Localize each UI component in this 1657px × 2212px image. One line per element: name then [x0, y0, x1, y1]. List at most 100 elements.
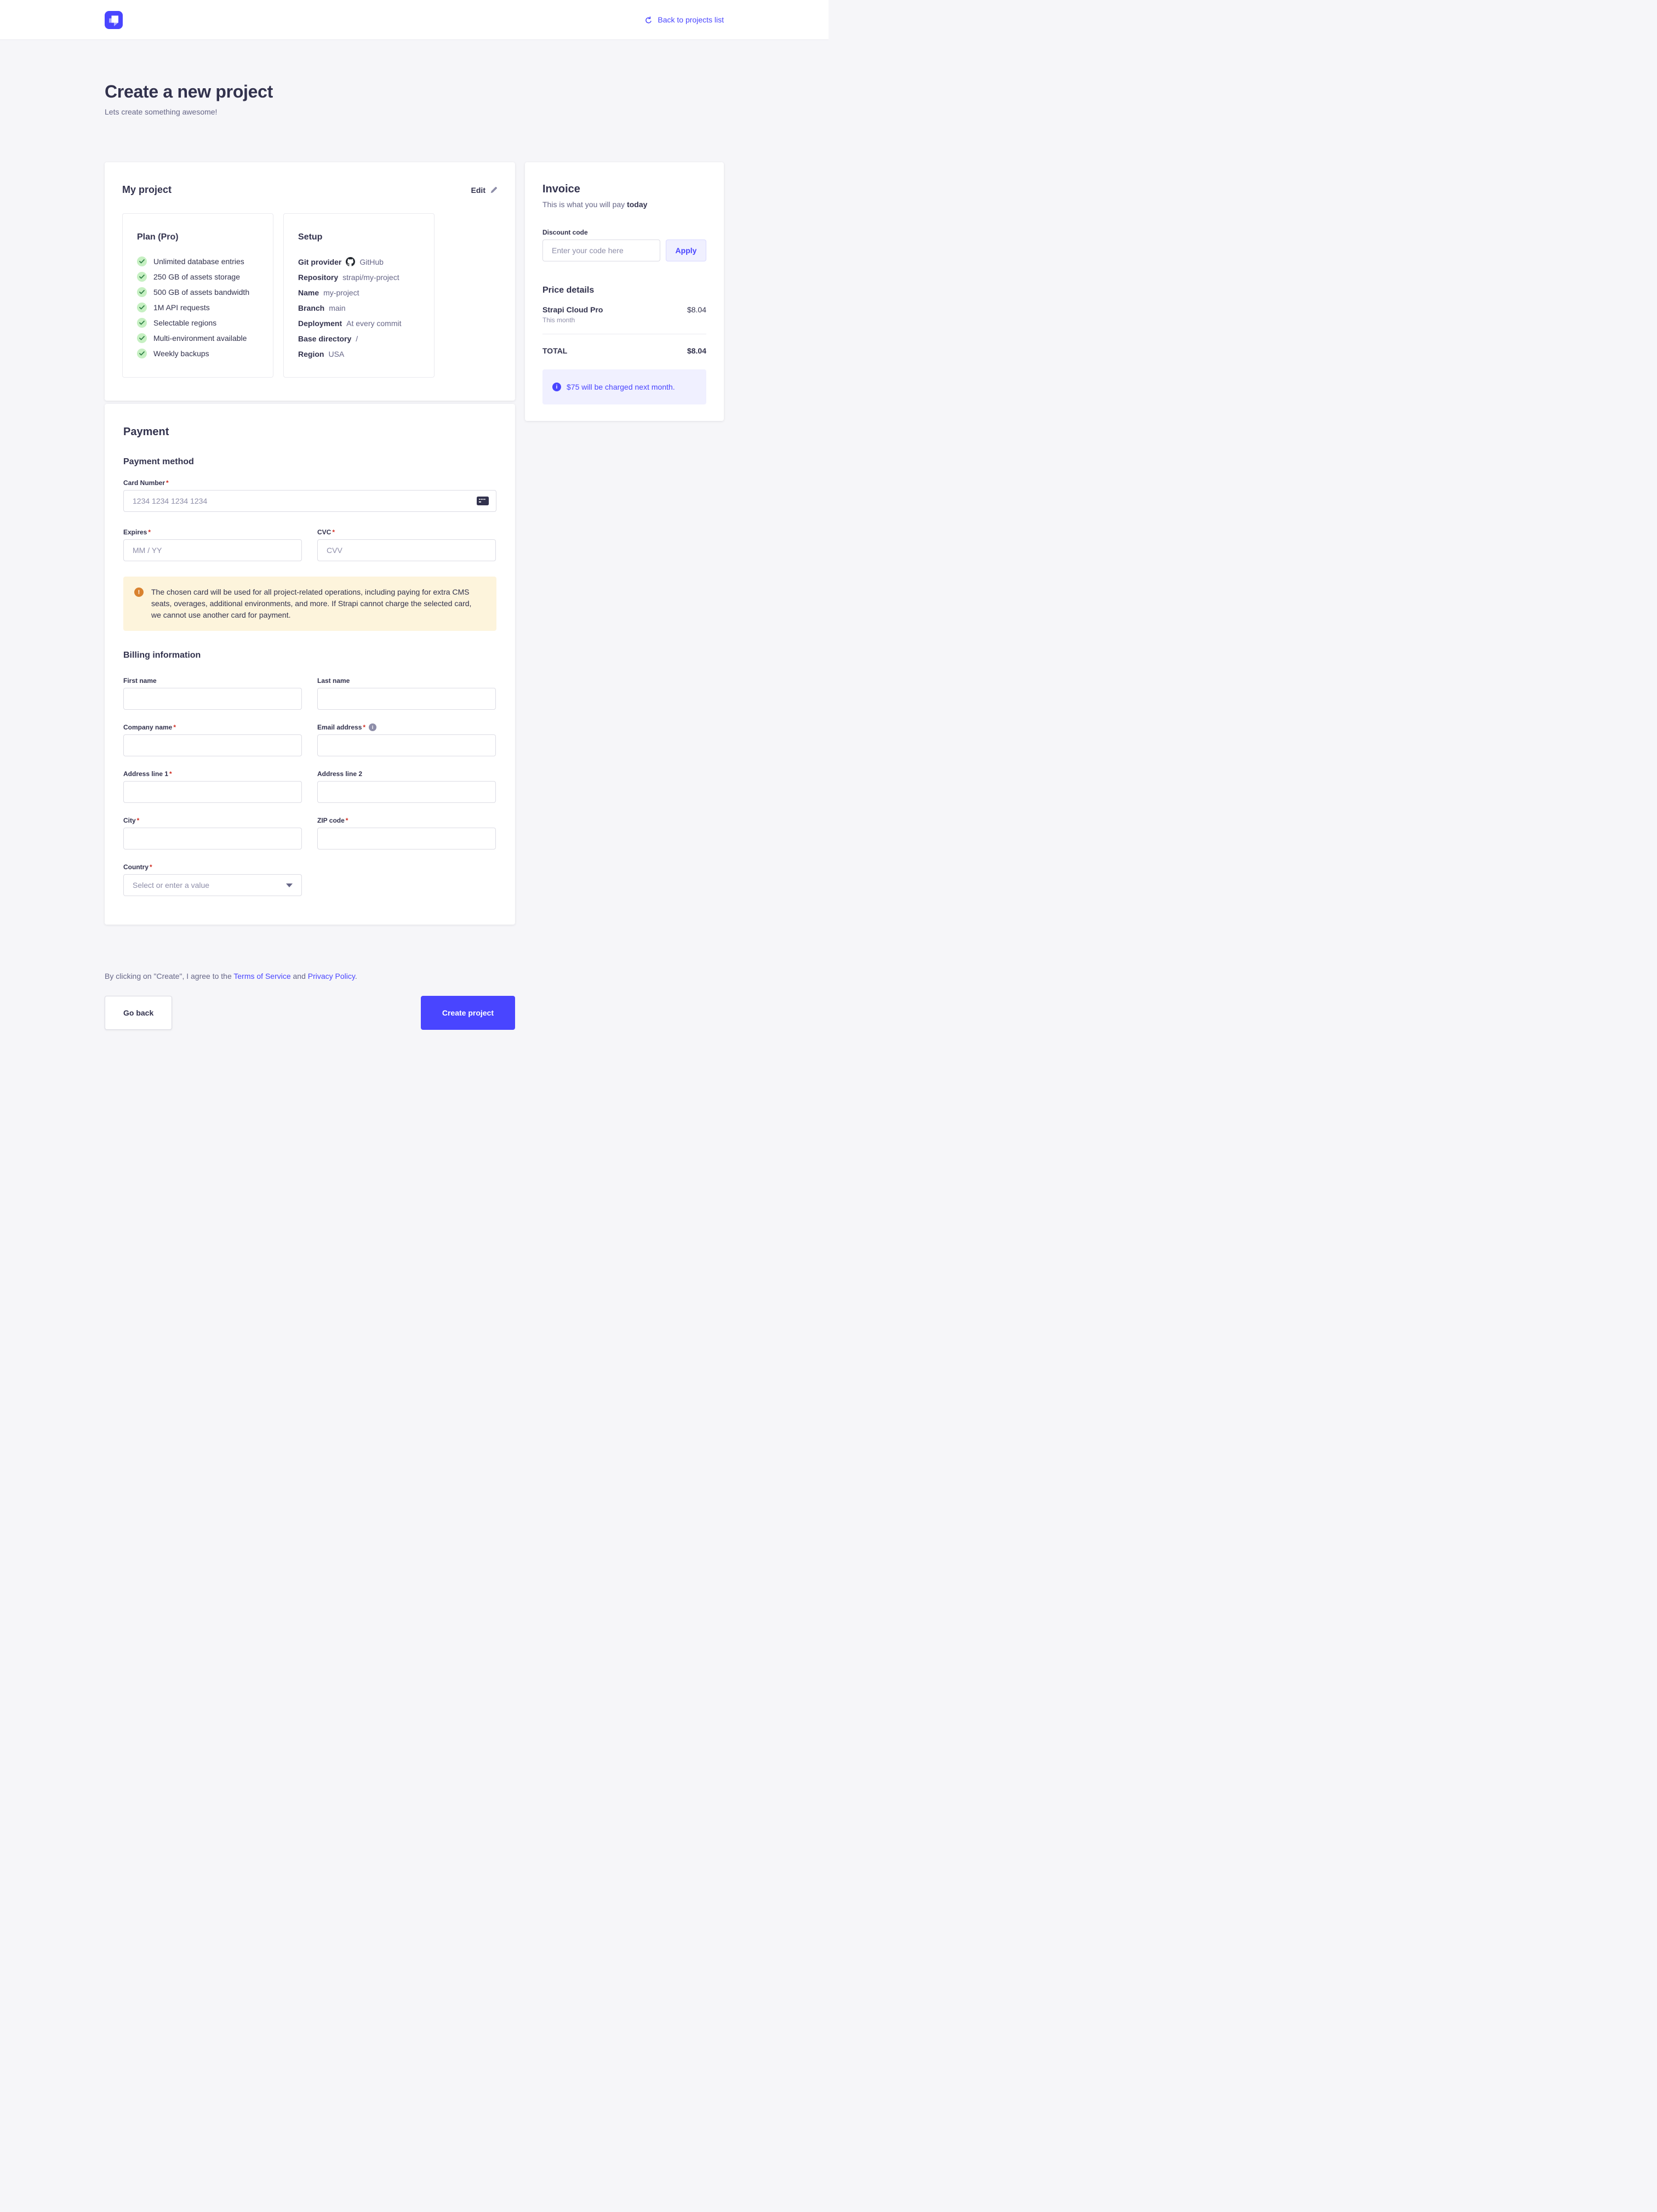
setup-row-region: Region USA: [298, 349, 420, 359]
plan-feature: Selectable regions: [137, 318, 259, 328]
zip-code-input[interactable]: [317, 828, 496, 850]
email-info-icon[interactable]: i: [369, 723, 376, 731]
warning-icon: !: [134, 588, 144, 597]
next-month-note-text: $75 will be charged next month.: [567, 383, 675, 391]
setup-label: Git provider: [298, 258, 341, 266]
setup-label: Region: [298, 350, 324, 358]
required-marker: *: [332, 528, 335, 536]
setup-label: Base directory: [298, 334, 351, 343]
setup-row-git-provider: Git provider GitHub: [298, 256, 420, 267]
plan-feature-label: 250 GB of assets storage: [153, 272, 240, 281]
last-name-label: Last name: [317, 677, 496, 685]
required-marker: *: [169, 770, 172, 778]
footer-actions: Go back Create project: [105, 996, 515, 1030]
setup-row-base-directory: Base directory /: [298, 333, 420, 344]
price-details-title: Price details: [542, 286, 706, 295]
edit-project-button[interactable]: Edit: [471, 186, 498, 195]
total-label: TOTAL: [542, 346, 567, 355]
page-title: Create a new project: [105, 82, 724, 102]
plan-feature: Unlimited database entries: [137, 256, 259, 266]
discount-section: Discount code Apply: [542, 229, 706, 261]
discount-code-label: Discount code: [542, 229, 706, 236]
plan-feature-label: 1M API requests: [153, 303, 210, 312]
address-line-2-label: Address line 2: [317, 770, 496, 778]
page-subtitle: Lets create something awesome!: [105, 107, 724, 116]
setup-value: strapi/my-project: [342, 273, 399, 282]
price-details-section: Price details Strapi Cloud Pro $8.04 Thi…: [542, 286, 706, 404]
address-line-1-input[interactable]: [123, 781, 302, 803]
app-header: Back to projects list: [0, 0, 828, 40]
setup-value: my-project: [323, 288, 359, 297]
privacy-policy-link[interactable]: Privacy Policy: [308, 972, 355, 980]
plan-feature: 1M API requests: [137, 303, 259, 312]
setup-label: Repository: [298, 273, 338, 282]
setup-value: /: [356, 334, 358, 343]
required-marker: *: [173, 723, 176, 731]
required-marker: *: [363, 723, 365, 731]
setup-label: Deployment: [298, 319, 342, 328]
address-line-1-group: Address line 1*: [123, 770, 302, 803]
check-circle-icon: [137, 287, 147, 297]
create-project-button[interactable]: Create project: [421, 996, 515, 1030]
setup-row-name: Name my-project: [298, 287, 420, 298]
country-select-placeholder: Select or enter a value: [133, 881, 209, 890]
city-group: City*: [123, 817, 302, 850]
expires-input[interactable]: [123, 539, 302, 561]
line-item-name: Strapi Cloud Pro: [542, 305, 603, 314]
go-back-button[interactable]: Go back: [105, 996, 172, 1030]
check-circle-icon: [137, 349, 147, 358]
company-name-group: Company name*: [123, 723, 302, 756]
setup-value: USA: [328, 350, 344, 358]
city-input[interactable]: [123, 828, 302, 850]
cvc-label: CVC*: [317, 528, 496, 536]
plan-feature: 250 GB of assets storage: [137, 272, 259, 282]
card-number-label: Card Number*: [123, 479, 496, 487]
check-circle-icon: [137, 318, 147, 328]
check-circle-icon: [137, 272, 147, 282]
info-icon: i: [552, 383, 561, 391]
email-address-label: Email address*: [317, 723, 365, 731]
expires-group: Expires*: [123, 528, 302, 561]
invoice-subtitle: This is what you will pay today: [542, 200, 706, 209]
edit-label: Edit: [471, 186, 485, 195]
last-name-group: Last name: [317, 677, 496, 710]
strapi-logo-icon[interactable]: [105, 11, 123, 29]
first-name-input[interactable]: [123, 688, 302, 710]
caret-down-icon: [286, 883, 293, 887]
company-name-label: Company name*: [123, 723, 302, 731]
pencil-icon: [490, 186, 498, 194]
zip-code-label: ZIP code*: [317, 817, 496, 824]
cvc-input[interactable]: [317, 539, 496, 561]
card-usage-notice: ! The chosen card will be used for all p…: [123, 577, 496, 631]
address-line-2-group: Address line 2: [317, 770, 496, 803]
title-block: Create a new project Lets create somethi…: [105, 82, 724, 116]
last-name-input[interactable]: [317, 688, 496, 710]
email-address-input[interactable]: [317, 734, 496, 756]
apply-discount-button[interactable]: Apply: [666, 240, 706, 261]
country-group: Country* Select or enter a value: [123, 863, 302, 896]
country-label: Country*: [123, 863, 302, 871]
setup-label: Name: [298, 288, 319, 297]
required-marker: *: [346, 817, 348, 824]
my-project-title: My project: [122, 184, 172, 196]
first-name-label: First name: [123, 677, 302, 685]
address-line-1-label: Address line 1*: [123, 770, 302, 778]
setup-value: GitHub: [359, 258, 384, 266]
plan-feature: 500 GB of assets bandwidth: [137, 287, 259, 297]
address-line-2-input[interactable]: [317, 781, 496, 803]
setup-subcard: Setup Git provider GitHub Repository s: [283, 213, 435, 378]
back-to-projects-link[interactable]: Back to projects list: [644, 15, 724, 24]
setup-row-repository: Repository strapi/my-project: [298, 272, 420, 282]
discount-code-input[interactable]: [542, 240, 660, 261]
company-name-input[interactable]: [123, 734, 302, 756]
required-marker: *: [166, 479, 169, 487]
required-marker: *: [150, 863, 152, 871]
country-select[interactable]: Select or enter a value: [123, 874, 302, 896]
required-marker: *: [137, 817, 140, 824]
terms-of-service-link[interactable]: Terms of Service: [233, 972, 290, 980]
payment-method-title: Payment method: [123, 457, 496, 467]
check-circle-icon: [137, 333, 147, 343]
plan-feature-label: Weekly backups: [153, 349, 209, 358]
card-number-input[interactable]: [123, 490, 496, 512]
plan-feature-label: Unlimited database entries: [153, 257, 244, 266]
